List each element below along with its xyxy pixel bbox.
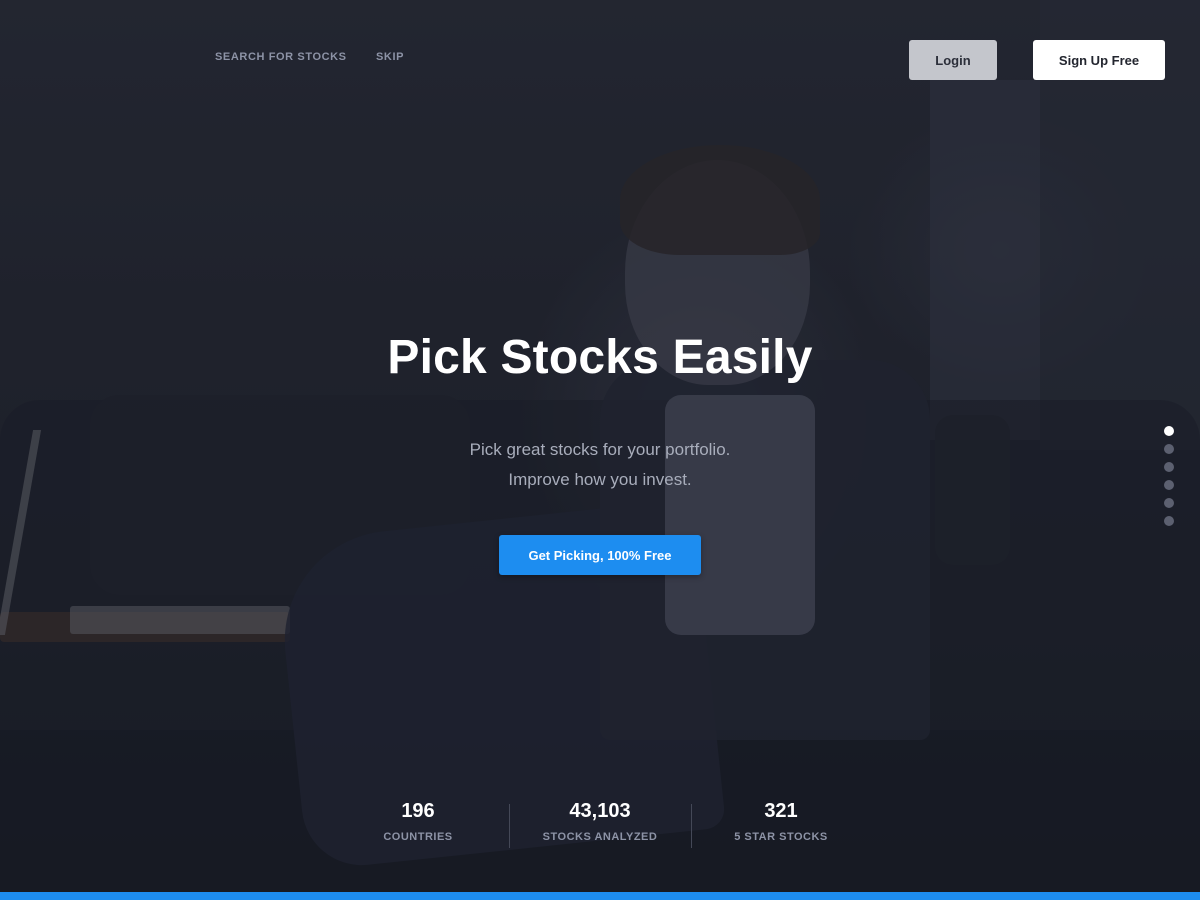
- hero-subtitle-line-1: Pick great stocks for your portfolio.: [469, 440, 731, 459]
- login-button[interactable]: Login: [909, 40, 997, 80]
- bottom-accent-bar: [0, 892, 1200, 900]
- get-picking-button[interactable]: Get Picking, 100% Free: [499, 535, 701, 575]
- hero-title: Pick Stocks Easily: [387, 331, 813, 384]
- slider-dot-5[interactable]: [1164, 498, 1174, 508]
- search-for-stocks-link[interactable]: SEARCH FOR STOCKS: [215, 51, 347, 63]
- sign-up-button[interactable]: Sign Up Free: [1033, 40, 1165, 80]
- slider-dot-1[interactable]: [1164, 426, 1174, 436]
- stat-label: 5 STAR STOCKS: [734, 831, 828, 843]
- slider-dot-3[interactable]: [1164, 462, 1174, 472]
- stat-label: STOCKS ANALYZED: [542, 831, 658, 843]
- slider-pagination: [1164, 426, 1174, 534]
- stat-value: 43,103: [569, 800, 631, 822]
- stats-bar: 196 COUNTRIES 43,103 STOCKS ANALYZED 321…: [0, 800, 1200, 860]
- slider-dot-6[interactable]: [1164, 516, 1174, 526]
- stat-five-star-stocks: 321 5 STAR STOCKS: [691, 800, 871, 843]
- hero-subtitle-line-2: Improve how you invest.: [508, 470, 692, 489]
- stat-stocks-analyzed: 43,103 STOCKS ANALYZED: [510, 800, 690, 843]
- stat-label: COUNTRIES: [383, 831, 453, 843]
- stat-countries: 196 COUNTRIES: [328, 800, 508, 843]
- skip-link[interactable]: SKIP: [376, 51, 404, 63]
- top-navigation: SEARCH FOR STOCKS SKIP Login Sign Up Fre…: [0, 0, 1200, 110]
- stat-value: 196: [401, 800, 435, 822]
- slider-dot-2[interactable]: [1164, 444, 1174, 454]
- slider-dot-4[interactable]: [1164, 480, 1174, 490]
- stat-value: 321: [764, 800, 798, 822]
